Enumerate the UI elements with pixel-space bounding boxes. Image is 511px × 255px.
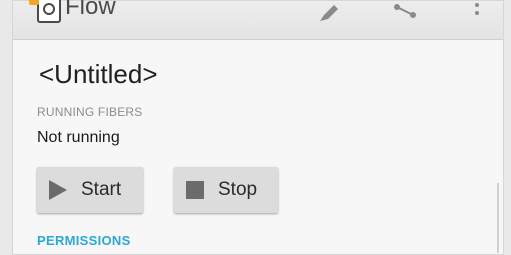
permissions-section-label: PERMISSIONS xyxy=(37,233,131,248)
app-title: Flow xyxy=(65,0,116,20)
pen-icon[interactable] xyxy=(318,1,342,25)
stop-button-label: Stop xyxy=(218,179,258,200)
stop-button[interactable]: Stop xyxy=(174,167,278,213)
play-icon xyxy=(49,180,67,200)
app-logo-icon xyxy=(29,0,61,23)
start-button[interactable]: Start xyxy=(37,167,143,213)
app-card: Flow <Untitled> RUNNING FIBERS Not runni… xyxy=(12,0,504,255)
start-button-label: Start xyxy=(81,179,122,200)
running-fibers-label: RUNNING FIBERS xyxy=(37,105,143,119)
app-bar: Flow xyxy=(13,0,503,40)
stop-icon xyxy=(186,181,204,199)
scrollbar[interactable] xyxy=(497,183,499,253)
running-status: Not running xyxy=(37,129,120,146)
document-title: <Untitled> xyxy=(39,59,158,89)
share-icon[interactable] xyxy=(393,1,417,25)
more-vert-icon[interactable] xyxy=(465,1,489,25)
